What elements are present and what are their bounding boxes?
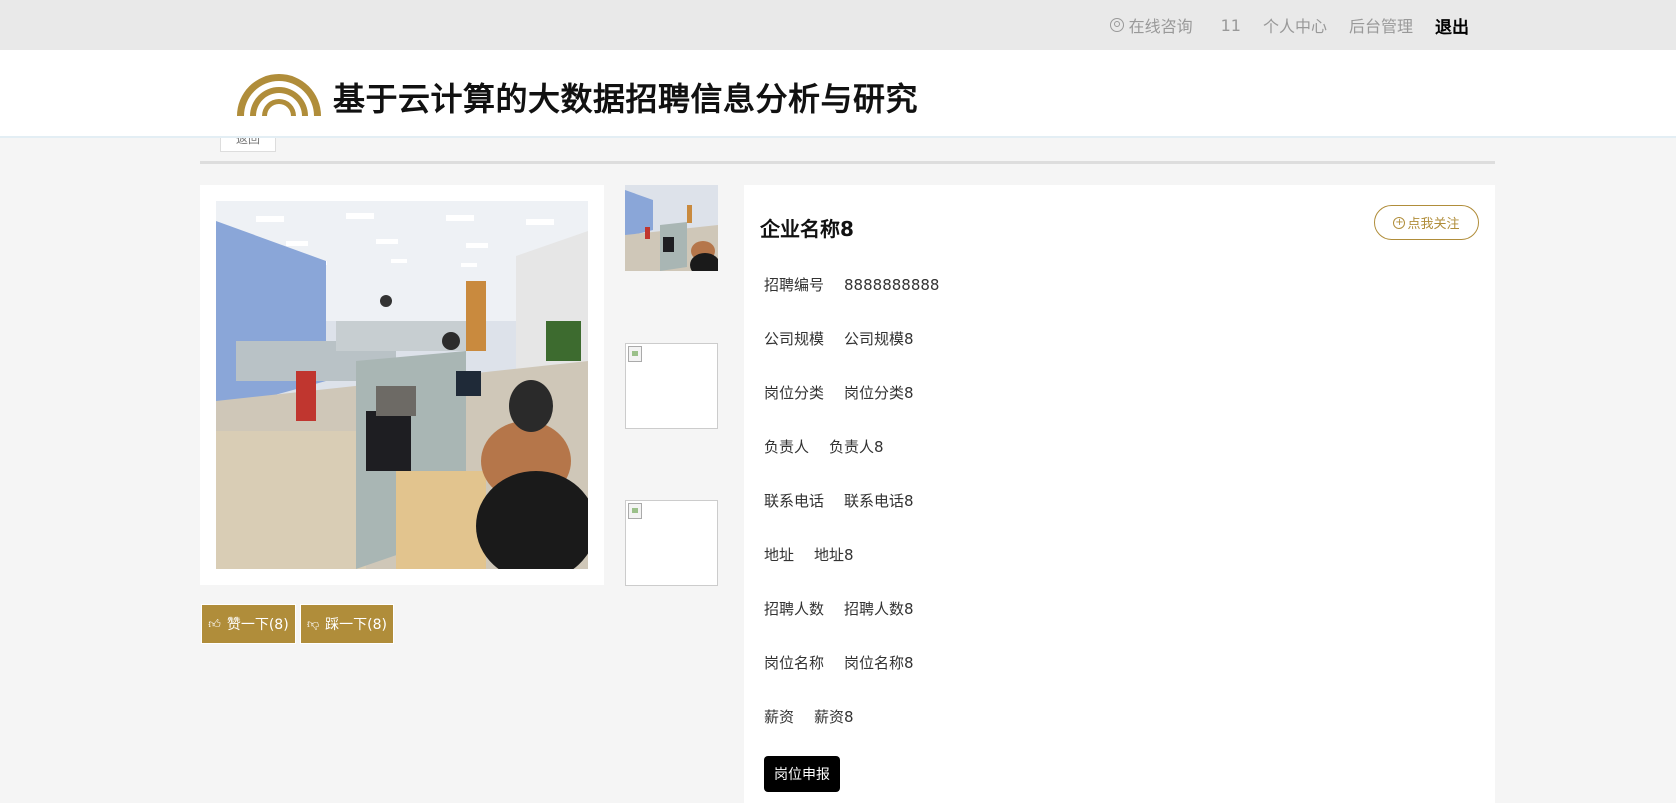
broken-image-icon [628, 503, 642, 519]
main-image-frame [200, 185, 604, 585]
site-logo [237, 74, 321, 116]
thumbs-down-icon: 👎︎ [306, 616, 320, 631]
field-row: 招聘人数 招聘人数8 [764, 600, 914, 618]
logout-link[interactable]: 退出 [1435, 13, 1469, 38]
online-consult-label: 在线咨询 [1128, 17, 1193, 36]
field-row: 负责人 负责人8 [764, 438, 884, 456]
field-row: 地址 地址8 [764, 546, 854, 564]
site-title: 基于云计算的大数据招聘信息分析与研究 [333, 80, 919, 118]
plus-circle-icon: + [1393, 216, 1406, 229]
thumbnail-1[interactable] [625, 185, 718, 271]
online-consult-link[interactable]: 在线咨询 [1109, 13, 1193, 37]
field-row: 岗位分类 岗位分类8 [764, 384, 914, 402]
admin-link[interactable]: 后台管理 [1349, 13, 1413, 37]
office-main-image [216, 201, 588, 569]
thumbs-up-button[interactable]: 👍︎ 赞一下(8) [201, 604, 296, 644]
thumbs-down-label: 踩一下(8) [325, 617, 388, 633]
divider [200, 161, 1495, 164]
field-row: 薪资 薪资8 [764, 708, 854, 726]
thumbs-up-icon: 👍︎ [208, 616, 221, 631]
thumbs-up-label: 赞一下(8) [226, 617, 289, 633]
personal-center-link[interactable]: 个人中心 [1263, 13, 1327, 37]
user-circle-icon [1109, 18, 1124, 32]
field-row: 联系电话 联系电话8 [764, 492, 914, 510]
site-header: 基于云计算的大数据招聘信息分析与研究 [0, 50, 1676, 138]
field-row: 公司规模 公司规模8 [764, 330, 914, 348]
company-name: 企业名称8 [760, 217, 854, 241]
thumbnail-2[interactable] [625, 343, 718, 429]
apply-button[interactable]: 岗位申报 [764, 756, 840, 792]
top-bar: 在线咨询 11 个人中心 后台管理 退出 [0, 0, 1676, 50]
thumbs-down-button[interactable]: 👎︎ 踩一下(8) [300, 604, 394, 644]
username-link[interactable]: 11 [1221, 16, 1241, 35]
company-info-panel: 企业名称8 + 点我关注 招聘编号 8888888888 公司规模 公司规模8 岗位… [744, 185, 1495, 803]
field-row: 岗位名称 岗位名称8 [764, 654, 914, 672]
follow-button[interactable]: + 点我关注 [1374, 205, 1479, 240]
follow-label: 点我关注 [1407, 217, 1460, 232]
thumbnail-3[interactable] [625, 500, 718, 586]
broken-image-icon [628, 346, 642, 362]
top-links: 在线咨询 11 个人中心 后台管理 退出 [1088, 0, 1469, 50]
field-row: 招聘编号 8888888888 [764, 276, 940, 294]
